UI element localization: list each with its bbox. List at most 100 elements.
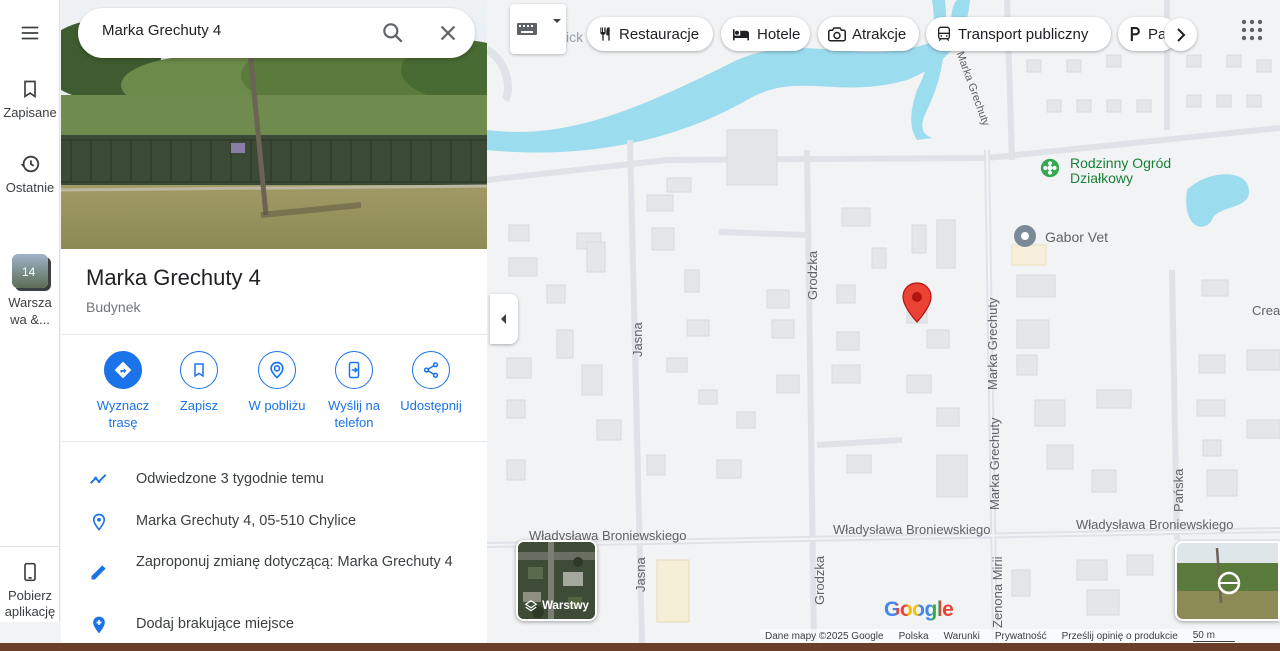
chip-hotels-label: Hotele <box>757 25 801 43</box>
location-pin-icon <box>92 513 105 531</box>
footer-terms[interactable]: Warunki <box>944 631 980 642</box>
close-icon <box>440 25 456 41</box>
restaurant-icon <box>600 27 610 41</box>
red-pin-icon <box>902 282 932 323</box>
chip-attractions[interactable]: Atrakcje <box>818 17 919 51</box>
action-bar: Wyznacz trasę Zapisz W pobliżu Wyślij na… <box>84 351 474 441</box>
place-type: Budynek <box>86 299 141 315</box>
input-tools-button[interactable] <box>510 4 566 54</box>
google-apps-button[interactable] <box>1240 18 1264 42</box>
nearby-label: W pobliżu <box>248 398 306 413</box>
address-text: Marka Grechuty 4, 05-510 Chylice <box>136 513 357 529</box>
footer-feedback[interactable]: Prześlij opinię o produkcie <box>1062 631 1178 642</box>
rail-saved[interactable]: Zapisane <box>0 78 60 121</box>
nearby-icon <box>270 361 284 379</box>
os-taskbar <box>0 643 1280 651</box>
phone-icon <box>24 562 36 582</box>
flower-icon <box>1040 158 1060 178</box>
street-label-panska: Pańska <box>1171 468 1186 512</box>
divider <box>61 334 487 335</box>
poi-partial-label[interactable]: Crea <box>1252 303 1280 318</box>
visited-text: Odwiedzone 3 tygodnie temu <box>136 471 324 487</box>
camera-icon <box>828 27 846 42</box>
pencil-icon <box>91 565 106 580</box>
selected-location-pin[interactable] <box>902 282 932 324</box>
chip-hotels[interactable]: Hotele <box>721 17 810 51</box>
parking-icon <box>1130 27 1140 41</box>
add-missing-row[interactable]: Dodaj brakujące miejsce <box>61 614 487 636</box>
street-view-thumbnail[interactable] <box>1175 541 1280 621</box>
street-label-zenona: Zenona Mirii <box>990 556 1005 628</box>
history-icon <box>20 155 40 173</box>
street-label-broniewskiego-east: Władysława Broniewskiego <box>1076 517 1234 532</box>
suggest-edit-row[interactable]: Zaproponuj zmianę dotyczącą: Marka Grech… <box>61 552 487 582</box>
transit-icon <box>938 26 950 42</box>
add-missing-text: Dodaj brakujące miejsce <box>136 616 294 632</box>
chip-restaurants[interactable]: Restauracje <box>587 17 713 51</box>
chip-transit[interactable]: Transport publiczny <box>926 17 1111 51</box>
left-rail: Zapisane Ostatnie 14 Warszawa &... Pobie… <box>0 0 60 622</box>
street-label-grodzka-south: Grodzka <box>812 555 827 605</box>
bookmark-icon <box>194 363 204 378</box>
place-header: Marka Grechuty 4 Budynek <box>86 265 261 315</box>
search-input[interactable] <box>102 22 362 39</box>
recent-place-thumbnail: 14 <box>12 254 48 288</box>
save-label: Zapisz <box>179 398 219 413</box>
place-title: Marka Grechuty 4 <box>86 265 261 290</box>
send-to-phone-label: Wyślij na telefon <box>328 398 380 430</box>
nearby-button[interactable]: W pobliżu <box>238 351 316 414</box>
bookmark-icon <box>24 80 36 99</box>
menu-button[interactable] <box>0 22 60 48</box>
footer-map-data: Dane mapy ©2025 Google <box>765 630 884 642</box>
recent-place-badge: 14 <box>22 265 36 279</box>
search-button[interactable] <box>380 20 406 46</box>
rail-recent-label: Ostatnie <box>5 180 55 195</box>
search-box <box>78 8 475 58</box>
add-place-icon <box>92 616 105 634</box>
chip-restaurants-label: Restauracje <box>619 25 700 43</box>
rail-recent-place[interactable]: 14 Warszawa &... <box>0 254 60 328</box>
caret-left-icon <box>501 314 506 324</box>
save-button[interactable]: Zapisz <box>160 351 238 414</box>
footer-privacy[interactable]: Prywatność <box>995 631 1047 642</box>
hotel-icon <box>733 29 749 41</box>
map-graphics <box>487 0 1280 643</box>
layers-icon <box>524 600 538 612</box>
chip-attractions-label: Atrakcje <box>852 25 907 43</box>
timeline-icon <box>89 474 106 484</box>
visited-row[interactable]: Odwiedzone 3 tygodnie temu <box>61 469 487 490</box>
directions-button[interactable]: Wyznacz trasę <box>84 351 162 431</box>
clear-search-button[interactable] <box>435 20 461 46</box>
layers-label-wrap: Warstwy <box>518 599 595 613</box>
rail-get-app-label: Pobierz aplikację <box>4 588 56 619</box>
send-to-phone-button[interactable]: Wyślij na telefon <box>315 351 393 431</box>
rail-divider <box>0 546 60 547</box>
poi-garden-label[interactable]: Rodzinny Ogród Działkowy <box>1070 156 1190 186</box>
share-button[interactable]: Udostępnij <box>392 351 470 414</box>
street-label-jasna: Jasna <box>630 322 645 357</box>
layers-label: Warstwy <box>542 600 589 612</box>
collapse-panel-button[interactable] <box>490 294 518 344</box>
send-to-phone-icon <box>348 361 360 379</box>
poi-vet-label[interactable]: Gabor Vet <box>1045 229 1108 245</box>
partial-label-top: ick <box>566 29 584 45</box>
footer-country[interactable]: Polska <box>899 631 929 642</box>
place-marker-icon <box>1014 225 1036 247</box>
poi-vet[interactable] <box>1013 224 1037 248</box>
rail-get-app[interactable]: Pobierz aplikację <box>0 560 60 620</box>
footer-scale[interactable]: 50 m <box>1192 630 1235 642</box>
divider <box>61 441 487 442</box>
map-canvas[interactable]: Grodzka Grodzka Jasna Jasna Marka Grechu… <box>487 0 1280 643</box>
rail-recent[interactable]: Ostatnie <box>0 153 60 196</box>
street-label-marka-grechuty: Marka Grechuty <box>985 297 1000 390</box>
search-icon <box>383 23 403 43</box>
poi-garden[interactable] <box>1040 158 1060 178</box>
address-row[interactable]: Marka Grechuty 4, 05-510 Chylice <box>61 511 487 533</box>
google-logo-text: Google <box>884 598 954 621</box>
chips-next-button[interactable] <box>1164 18 1197 51</box>
rail-recent-place-label: Warszawa &... <box>8 295 52 327</box>
place-panel: Marka Grechuty 4 Budynek Wyznacz trasę Z… <box>61 0 487 643</box>
layers-button[interactable]: Warstwy <box>516 540 597 621</box>
street-label-grodzka: Grodzka <box>805 250 820 300</box>
dropdown-arrow-icon <box>553 19 561 23</box>
